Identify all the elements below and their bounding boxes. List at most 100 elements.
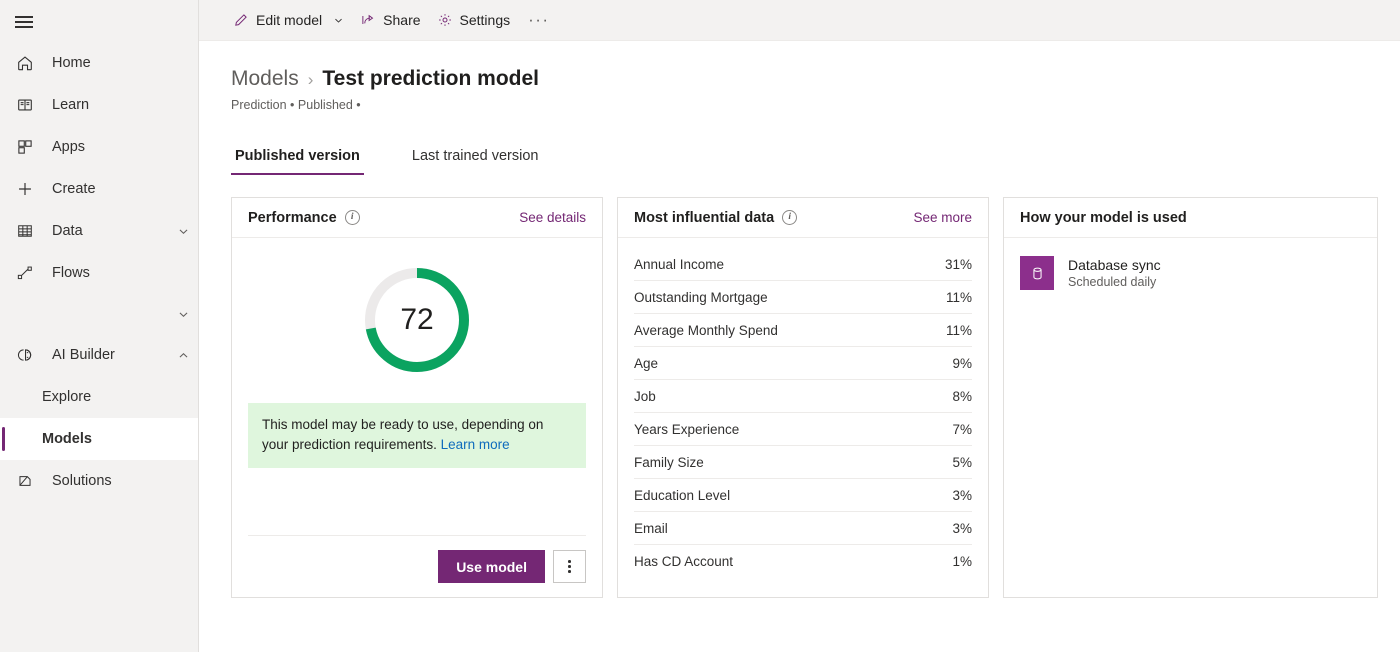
sidebar-item-label: Data <box>52 224 168 239</box>
info-icon[interactable]: i <box>345 210 360 225</box>
influential-name: Annual Income <box>634 257 724 272</box>
influential-name: Job <box>634 389 656 404</box>
sidebar-group-collapse-toggle[interactable] <box>0 294 198 334</box>
sidebar-item-home[interactable]: Home <box>0 42 198 84</box>
influential-name: Email <box>634 521 668 536</box>
chevron-down-icon[interactable] <box>168 308 198 321</box>
app-root: Home Learn Apps <box>0 0 1400 652</box>
influential-value: 11% <box>946 323 972 338</box>
apps-icon <box>14 136 36 158</box>
page-title: Test prediction model <box>322 67 539 91</box>
sidebar-nav: Home Learn Apps <box>0 42 198 502</box>
page-content: Models › Test prediction model Predictio… <box>199 41 1400 652</box>
sidebar-item-explore[interactable]: Explore <box>0 376 198 418</box>
influential-name: Average Monthly Spend <box>634 323 778 338</box>
sidebar-item-solutions[interactable]: Solutions <box>0 460 198 502</box>
table-row: Years Experience 7% <box>634 413 972 446</box>
chevron-up-icon[interactable] <box>168 349 198 362</box>
usage-card-body: Database sync Scheduled daily <box>1004 238 1377 597</box>
usage-card-title: How your model is used <box>1020 210 1187 226</box>
performance-gauge-wrap: 72 <box>232 238 602 375</box>
sidebar-item-label: Apps <box>52 140 198 155</box>
influential-value: 3% <box>952 521 972 536</box>
solutions-icon <box>14 470 36 492</box>
chevron-down-icon[interactable] <box>333 15 344 26</box>
see-more-link[interactable]: See more <box>913 210 972 225</box>
sidebar-item-ai-builder[interactable]: AI Builder <box>0 334 198 376</box>
database-icon <box>1020 256 1054 290</box>
page-subtitle: Prediction • Published • <box>231 98 1400 112</box>
influential-name: Has CD Account <box>634 554 733 569</box>
chevron-down-icon[interactable] <box>168 225 198 238</box>
readiness-banner: This model may be ready to use, dependin… <box>248 403 586 468</box>
command-bar: Edit model Share <box>199 0 1400 41</box>
share-button[interactable]: Share <box>352 4 428 36</box>
influential-value: 3% <box>952 488 972 503</box>
sidebar-item-flows[interactable]: Flows <box>0 252 198 294</box>
usage-item-texts: Database sync Scheduled daily <box>1068 257 1161 289</box>
table-row: Has CD Account 1% <box>634 545 972 578</box>
sidebar-item-label: Home <box>52 56 198 71</box>
share-icon <box>360 12 376 28</box>
influential-value: 11% <box>946 290 972 305</box>
breadcrumb-separator-icon: › <box>308 70 314 90</box>
usage-card-title-group: How your model is used <box>1020 210 1187 226</box>
learn-more-link[interactable]: Learn more <box>441 437 510 452</box>
most-influential-data-card: Most influential data i See more Annual … <box>617 197 989 598</box>
sidebar-item-data[interactable]: Data <box>0 210 198 252</box>
influential-name: Education Level <box>634 488 730 503</box>
settings-button[interactable]: Settings <box>429 4 519 36</box>
performance-score: 72 <box>362 265 472 375</box>
influential-value: 9% <box>952 356 972 371</box>
home-icon <box>14 52 36 74</box>
table-row: Job 8% <box>634 380 972 413</box>
influential-value: 8% <box>952 389 972 404</box>
cards-row: Performance i See details <box>231 197 1400 598</box>
influential-name: Outstanding Mortgage <box>634 290 768 305</box>
share-label: Share <box>383 12 420 28</box>
influential-card-header: Most influential data i See more <box>618 198 988 238</box>
info-icon[interactable]: i <box>782 210 797 225</box>
table-row: Education Level 3% <box>634 479 972 512</box>
overflow-menu-button[interactable]: ··· <box>518 4 559 36</box>
usage-card-header: How your model is used <box>1004 198 1377 238</box>
breadcrumb: Models › Test prediction model <box>231 67 1400 91</box>
influential-value: 7% <box>952 422 972 437</box>
sidebar-item-apps[interactable]: Apps <box>0 126 198 168</box>
sidebar-item-learn[interactable]: Learn <box>0 84 198 126</box>
sidebar: Home Learn Apps <box>0 0 199 652</box>
table-row: Outstanding Mortgage 11% <box>634 281 972 314</box>
more-options-icon[interactable] <box>553 550 586 583</box>
use-model-button[interactable]: Use model <box>438 550 545 583</box>
usage-list: Database sync Scheduled daily <box>1004 238 1377 290</box>
influential-value: 31% <box>945 257 972 272</box>
influential-card-body: Annual Income 31% Outstanding Mortgage 1… <box>618 238 988 597</box>
edit-model-button[interactable]: Edit model <box>225 4 352 36</box>
sidebar-item-label: Models <box>42 432 198 447</box>
influential-card-title: Most influential data <box>634 210 774 226</box>
table-row: Email 3% <box>634 512 972 545</box>
ai-builder-icon <box>14 344 36 366</box>
table-row: Annual Income 31% <box>634 248 972 281</box>
menu-icon[interactable] <box>0 2 48 42</box>
breadcrumb-models-link[interactable]: Models <box>231 67 299 91</box>
book-icon <box>14 94 36 116</box>
sidebar-item-create[interactable]: Create <box>0 168 198 210</box>
influential-value: 1% <box>952 554 972 569</box>
sidebar-item-label: AI Builder <box>52 348 168 363</box>
version-tabs: Published version Last trained version <box>231 138 1400 175</box>
performance-card-header: Performance i See details <box>232 198 602 238</box>
performance-card-title: Performance <box>248 210 337 226</box>
how-model-is-used-card: How your model is used <box>1003 197 1378 598</box>
see-details-link[interactable]: See details <box>519 210 586 225</box>
tab-last-trained-version[interactable]: Last trained version <box>408 138 543 175</box>
plus-icon <box>14 178 36 200</box>
influential-value: 5% <box>952 455 972 470</box>
list-item[interactable]: Database sync Scheduled daily <box>1020 256 1361 290</box>
sidebar-item-label: Create <box>52 182 198 197</box>
performance-card-footer: Use model <box>248 535 586 583</box>
sidebar-item-models[interactable]: Models <box>0 418 198 460</box>
edit-model-label: Edit model <box>256 12 322 28</box>
main-area: Edit model Share <box>199 0 1400 652</box>
tab-published-version[interactable]: Published version <box>231 138 364 175</box>
